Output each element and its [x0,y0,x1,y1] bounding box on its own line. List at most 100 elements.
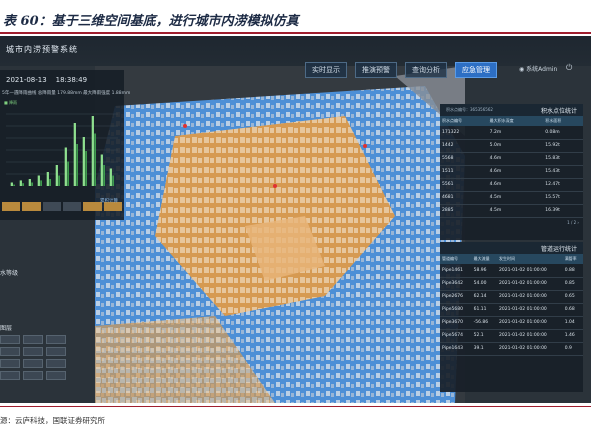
calc-link[interactable]: 累积计算 [100,198,118,204]
waterlogging-table-cell: 15.83t [543,152,583,166]
pipe-column-header[interactable]: 最大流量 [471,254,497,264]
pipe-table-cell: 2021-01-02 01:00:00 [497,329,563,343]
layer-toggle-8[interactable] [23,359,43,368]
main-nav: 实时显示 推演预警 查询分析 应急管理 [305,62,497,78]
waterlogging-table-cell: 171322 [440,126,488,140]
waterlogging-column-header[interactable]: 积水点编号 [440,116,488,126]
waterlogging-table-row[interactable]: 5561 4.6m 12.47t [440,178,583,192]
tab-forecast[interactable]: 推演预警 [355,62,397,78]
pipe-column-header[interactable]: 满管率 [562,254,583,264]
waterlogging-table-row[interactable]: 5568 4.6m 15.83t [440,152,583,166]
waterlogging-table-cell: 15.57t [543,191,583,205]
pipe-table-row[interactable]: Pipe5674 52.1 2021-01-02 01:00:00 1.46 [440,329,583,343]
time-value: 18:38:49 [55,76,88,84]
waterlogging-table-row[interactable]: 171322 7.2m 0.08m [440,126,583,140]
pipe-table-cell: 2021-01-02 01:00:00 [497,277,563,291]
pipe-table-row[interactable]: Pipe5680 61.11 2021-01-02 01:00:00 0.68 [440,303,583,317]
rain-bar-cumulative [94,133,97,186]
pipe-table-row[interactable]: Pipe3642 54.00 2021-01-02 01:00:00 0.85 [440,277,583,291]
pipe-table-row[interactable]: Pipe3670 -56.86 2021-01-02 01:00:00 1.04 [440,316,583,330]
rain-bar-cumulative [49,179,52,186]
rain-bar [10,182,13,186]
pipe-table-cell: 0.9 [562,342,583,356]
pipe-table-cell: 52.1 [471,329,497,343]
waterlogging-table-cell: 4.6m [487,178,544,192]
layer-toggle-9[interactable] [46,359,66,368]
layer-toggle-4[interactable] [0,347,20,356]
pipe-table-cell: 61.11 [471,303,497,317]
water-level-label: 水等级 [0,270,19,277]
rain-bar-cumulative [67,161,70,186]
rain-bar [91,116,94,186]
waterlogging-table-cell: 1442 [440,139,488,153]
waterlogging-table-cell: 12.47t [543,178,583,192]
rain-bar-cumulative [31,182,34,186]
rain-bar [82,137,85,186]
layer-toggle-10[interactable] [0,371,20,380]
layer-toggle-2[interactable] [23,335,43,344]
flood-warning-screen: 城市内涝预警系统 实时显示 推演预警 查询分析 应急管理 ◉ 系统Admin ⏻… [0,36,591,403]
waterlogging-table-cell: 4.5m [487,204,544,218]
waterlogging-table-cell: 0.08m [543,126,583,140]
rain-bar-cumulative [112,175,115,186]
power-icon[interactable]: ⏻ [566,63,572,73]
pipe-table-row[interactable]: Pipe2676 62.14 2021-01-02 01:00:00 0.65 [440,290,583,304]
system-title: 城市内涝预警系统 [6,45,78,54]
city-3d-scene[interactable] [95,66,465,403]
layer-toggle-3[interactable] [46,335,66,344]
waterlogging-table-row[interactable]: 2885 4.5m 16.39t [440,204,583,218]
rain-bar [19,180,22,186]
step-button-2[interactable] [22,202,41,211]
tab-emergency[interactable]: 应急管理 [455,62,497,78]
pipe-column-header[interactable]: 发生时间 [497,254,563,264]
layer-toggle-1[interactable] [0,335,20,344]
rain-caption: 5年一遇降雨曲线 总降雨量 179.88mm 最大降雨强度 1.88mm [2,91,131,96]
waterlogging-column-header[interactable]: 最大积水深度 [487,116,544,126]
waterlogging-table-cell: 4.6m [487,165,544,179]
rain-bar-cumulative [58,175,61,186]
waterlogging-table-cell: 15.43t [543,165,583,179]
step-button-5[interactable] [83,202,102,211]
step-button-3[interactable] [42,202,61,211]
waterlogging-table-cell: 5568 [440,152,488,166]
waterlogging-table-cell: 4.6m [487,152,544,166]
waterlogging-pager[interactable]: 1 / 2 › [440,218,583,227]
waterlogging-table-row[interactable]: 1442 5.0m 15.92t [440,139,583,153]
rain-bar [46,172,49,186]
pipe-table-cell: 2021-01-02 01:00:00 [497,342,563,356]
tab-query[interactable]: 查询分析 [405,62,447,78]
pipe-table-cell: 1.46 [562,329,583,343]
waterlogging-subtitle: 积水点编号：365356562 [446,107,493,112]
waterlogging-stats-panel: 积水点编号：365356562 积水点位统计 积水点编号 最大积水深度 积水面积 1… [440,104,583,240]
tab-realtime[interactable]: 实时显示 [305,62,347,78]
layer-toggle-11[interactable] [23,371,43,380]
rain-bar-cumulative [40,180,43,186]
user-menu[interactable]: ◉ 系统Admin [519,64,557,73]
pipe-table-cell: 2021-01-02 01:00:00 [497,290,563,304]
pipe-column-header[interactable]: 管道编号 [440,254,472,264]
step-button-1[interactable] [2,202,21,211]
layer-tools: 图层 [0,323,70,385]
pipe-table-row[interactable]: Pipe1461 58.96 2021-01-02 01:00:00 0.88 [440,264,583,278]
layer-toggle-12[interactable] [46,371,66,380]
step-button-4[interactable] [62,202,82,211]
waterlogging-table-row[interactable]: 4681 4.5m 15.57t [440,191,583,205]
pipe-table-cell: 0.88 [562,264,583,278]
rain-bar-cumulative [85,151,88,186]
layer-toggle-5[interactable] [23,347,43,356]
rain-bar-cumulative [76,144,79,186]
layer-toggle-7[interactable] [0,359,20,368]
waterlogging-table-cell: 16.39t [543,204,583,218]
user-label: 系统Admin [526,66,558,73]
rain-bar [28,179,31,186]
pipe-table-row[interactable]: Pipe1643 39.1 2021-01-02 01:00:00 0.9 [440,342,583,356]
waterlogging-table-row[interactable]: 1511 4.6m 15.43t [440,165,583,179]
date-time: 2021-08-13 18:38:49 [6,76,87,84]
waterlogging-column-header[interactable]: 积水面积 [543,116,583,126]
layer-toggle-6[interactable] [46,347,66,356]
pipe-table-cell: -56.86 [471,316,497,330]
pipe-table-cell: Pipe3670 [440,316,472,330]
pipe-table-cell: Pipe5674 [440,329,472,343]
waterlogging-table-cell: 5.0m [487,139,544,153]
pipe-table-cell: Pipe1643 [440,342,472,356]
